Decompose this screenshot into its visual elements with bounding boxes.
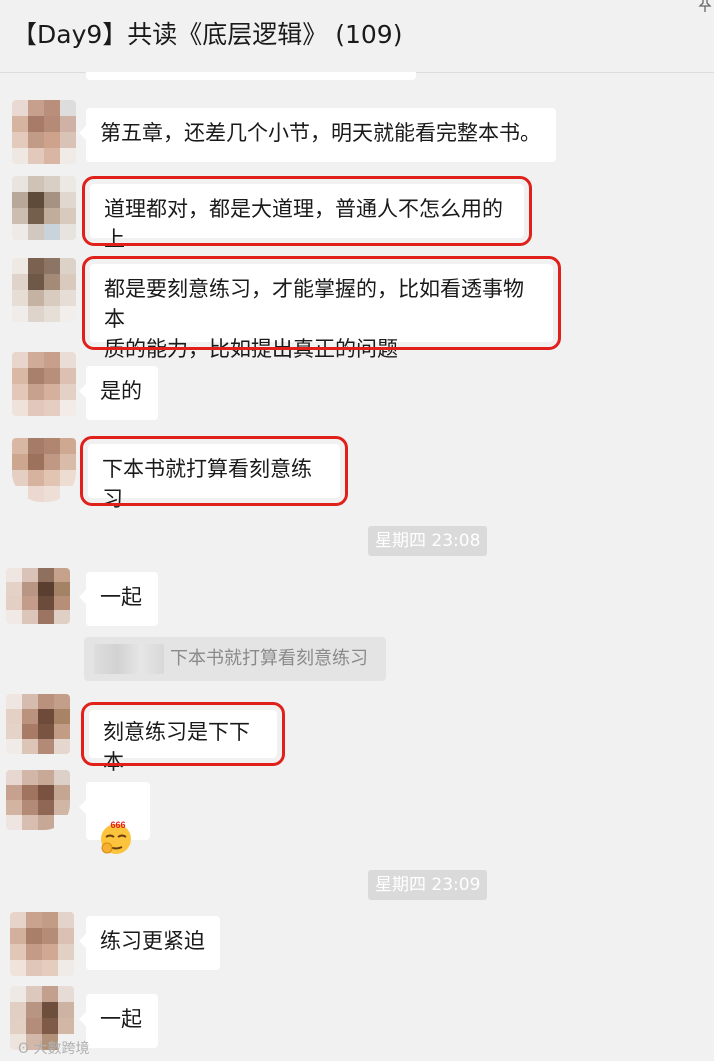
message-bubble[interactable]: 一起 <box>79 994 158 1048</box>
avatar[interactable] <box>10 912 74 976</box>
emoji-label: 666 <box>110 820 125 830</box>
chat-title: 【Day9】共读《底层逻辑》 (109) <box>12 20 403 49</box>
avatar[interactable] <box>6 694 70 754</box>
emoji-bubble[interactable]: 666 <box>79 782 150 854</box>
cut-off-message <box>86 72 416 80</box>
message-bubble[interactable]: 练习更紧迫 <box>79 916 220 970</box>
watermark: ʘ 大數跨境 <box>18 1038 89 1058</box>
timestamp: 星期四 23:09 <box>368 870 488 900</box>
avatar[interactable] <box>6 568 70 624</box>
message-bubble-highlighted[interactable]: 都是要刻意练习，才能掌握的，比如看透事物本 质的能力，比如提出真正的问题 <box>82 256 561 361</box>
message-bubble-highlighted[interactable]: 下本书就打算看刻意练习 <box>80 436 348 511</box>
message-bubble[interactable]: 一起 <box>79 572 158 626</box>
avatar[interactable] <box>12 176 76 240</box>
message-bubble-highlighted[interactable]: 刻意练习是下下本 <box>81 702 285 774</box>
pin-icon[interactable] <box>698 0 712 16</box>
avatar[interactable] <box>12 438 76 502</box>
quoted-sender-name <box>94 644 164 674</box>
timestamp: 星期四 23:08 <box>368 526 488 556</box>
watermark-logo-icon: ʘ <box>18 1041 34 1057</box>
avatar[interactable] <box>12 352 76 416</box>
message-bubble[interactable]: 是的 <box>79 366 158 420</box>
quoted-text: 下本书就打算看刻意练习 <box>170 648 368 669</box>
message-bubble-highlighted[interactable]: 道理都对，都是大道理，普通人不怎么用的上 <box>82 176 532 251</box>
avatar[interactable] <box>6 770 70 830</box>
666-emoji-icon: 666 <box>101 820 131 854</box>
chat-header: 【Day9】共读《底层逻辑》 (109) <box>0 0 714 73</box>
watermark-text: 大數跨境 <box>33 1041 90 1057</box>
message-bubble[interactable]: 第五章，还差几个小节，明天就能看完整本书。 <box>79 108 556 162</box>
quoted-message[interactable]: 下本书就打算看刻意练习 <box>84 637 386 681</box>
avatar[interactable] <box>12 100 76 164</box>
avatar[interactable] <box>12 258 76 322</box>
